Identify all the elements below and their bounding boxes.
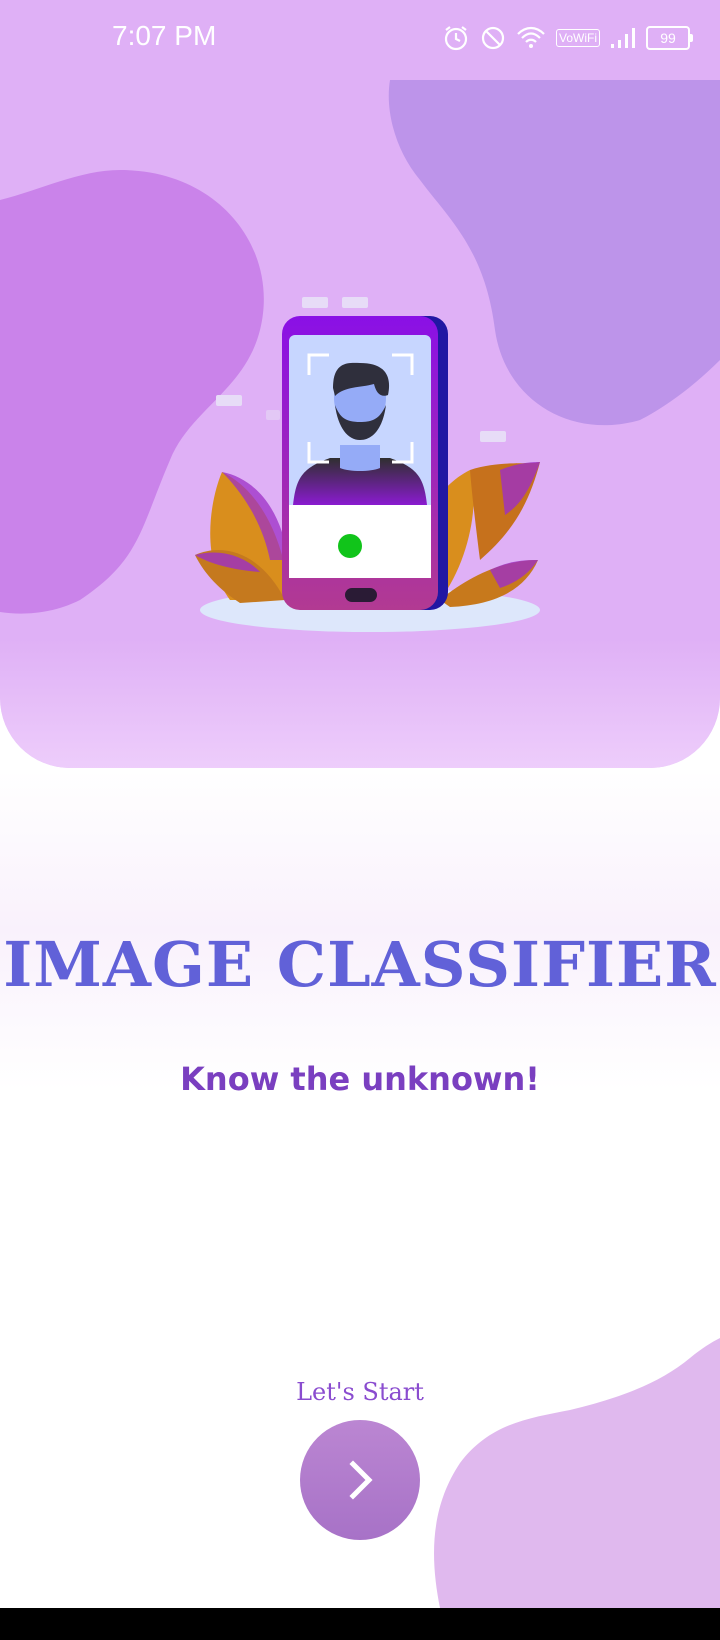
- start-button[interactable]: [300, 1420, 420, 1540]
- start-label: Let's Start: [296, 1378, 424, 1406]
- alarm-icon: [444, 26, 468, 51]
- status-icons: VoWiFi 99: [442, 24, 693, 52]
- battery-icon: 99: [646, 26, 693, 50]
- screen: 7:07 PM VoWiFi 99 IMAGE CLASSIFIER Know …: [0, 0, 720, 1640]
- status-bar: 7:07 PM VoWiFi 99: [0, 0, 720, 80]
- app-tagline: Know the unknown!: [180, 1060, 540, 1098]
- wifi-icon: [517, 26, 545, 48]
- status-time: 7:07 PM: [112, 20, 217, 51]
- app-title: IMAGE CLASSIFIER: [3, 928, 717, 1001]
- hero-banner: [0, 0, 720, 768]
- vowifi-icon: VoWiFi: [555, 29, 600, 47]
- system-navigation-bar: [0, 1608, 720, 1640]
- chevron-right-icon: [349, 1460, 373, 1500]
- phone-face-scan-illustration: [195, 316, 540, 632]
- signal-icon: [611, 28, 635, 48]
- hero-bottom-glow: [0, 638, 720, 768]
- do-not-disturb-icon: [481, 26, 505, 50]
